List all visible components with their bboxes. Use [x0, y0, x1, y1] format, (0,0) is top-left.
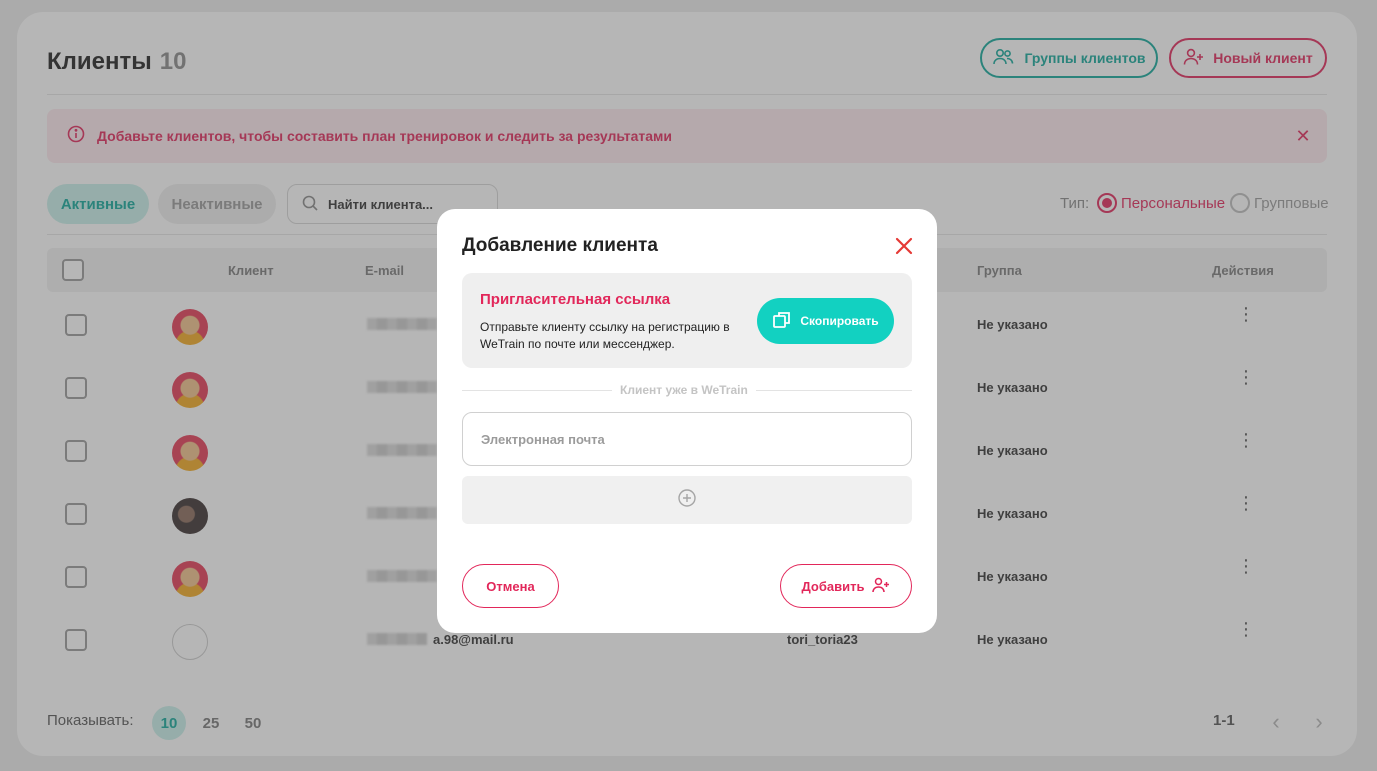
add-client-modal: Добавление клиента Пригласительная ссылк… [437, 209, 937, 633]
invite-text: Отправьте клиенту ссылку на регистрацию … [480, 320, 730, 351]
add-email-row-button[interactable] [462, 476, 912, 524]
modal-title: Добавление клиента [462, 235, 658, 256]
email-field[interactable] [462, 412, 912, 466]
copy-icon [772, 310, 792, 333]
add-client-button[interactable]: Добавить [780, 564, 912, 608]
cancel-button[interactable]: Отмена [462, 564, 559, 608]
plus-circle-icon [677, 488, 697, 513]
close-icon[interactable] [892, 234, 916, 258]
invite-link-panel: Пригласительная ссылка Отправьте клиенту… [462, 273, 912, 368]
invite-title: Пригласительная ссылка [480, 291, 671, 308]
separator-text: Клиент уже в WeTrain [612, 383, 756, 397]
copy-link-button[interactable]: Скопировать [757, 298, 894, 344]
add-user-icon [872, 577, 890, 596]
add-label: Добавить [801, 578, 865, 594]
copy-label: Скопировать [800, 314, 879, 328]
